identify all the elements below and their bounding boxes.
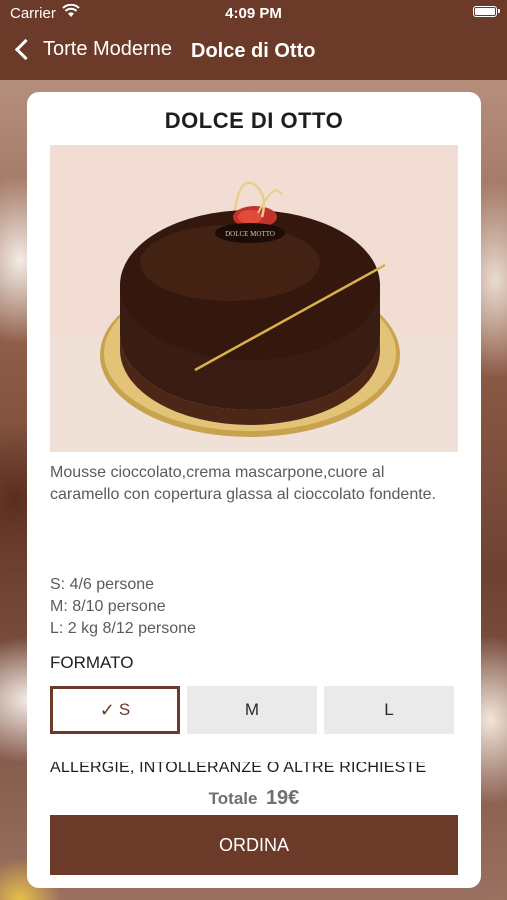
svg-text:DOLCE MOTTO: DOLCE MOTTO bbox=[225, 230, 275, 238]
format-option-s[interactable]: ✓ S bbox=[50, 686, 180, 734]
allergies-section-label[interactable]: ALLERGIE, INTOLLERANZE O ALTRE RICHIESTE bbox=[50, 762, 460, 776]
chevron-left-icon bbox=[14, 38, 37, 61]
format-option-m[interactable]: M bbox=[187, 686, 317, 734]
product-card: DOLCE DI OTTO DOLCE MOTTO Mousse cioccol… bbox=[27, 92, 481, 888]
format-option-label: S bbox=[118, 700, 131, 719]
back-label: Torte Moderne bbox=[43, 38, 172, 60]
cake-illustration: DOLCE MOTTO bbox=[50, 145, 458, 452]
checkmark-icon: ✓ bbox=[99, 699, 115, 720]
product-title: DOLCE DI OTTO bbox=[164, 108, 344, 133]
size-list: S: 4/6 persone M: 8/10 persone L: 2 kg 8… bbox=[50, 574, 455, 640]
order-button[interactable]: ORDINA bbox=[50, 815, 458, 875]
status-time: 4:09 PM bbox=[225, 5, 282, 22]
allergies-label: ALLERGIE, INTOLLERANZE O ALTRE RICHIESTE bbox=[50, 762, 427, 776]
format-option-label: M bbox=[244, 700, 260, 719]
size-item: S: 4/6 persone bbox=[50, 576, 155, 593]
size-item: M: 8/10 persone bbox=[50, 598, 166, 615]
size-item: L: 2 kg 8/12 persone bbox=[50, 620, 196, 637]
battery-icon bbox=[473, 6, 500, 17]
product-image: DOLCE MOTTO bbox=[50, 145, 458, 452]
total-label: Totale bbox=[208, 789, 258, 808]
back-button[interactable]: Torte Moderne bbox=[12, 38, 172, 61]
format-label: FORMATO bbox=[50, 653, 134, 672]
format-option-l[interactable]: L bbox=[324, 686, 454, 734]
product-description: Mousse cioccolato,crema mascarpone,cuore… bbox=[50, 464, 436, 503]
total-row: Totale 19€ bbox=[27, 787, 481, 810]
navigation-bar: Torte Moderne Dolce di Otto bbox=[0, 26, 507, 80]
nav-title: Dolce di Otto bbox=[191, 40, 316, 62]
status-bar: Carrier 4:09 PM bbox=[0, 0, 507, 26]
total-value: 19€ bbox=[265, 787, 300, 809]
format-option-label: L bbox=[384, 700, 394, 719]
